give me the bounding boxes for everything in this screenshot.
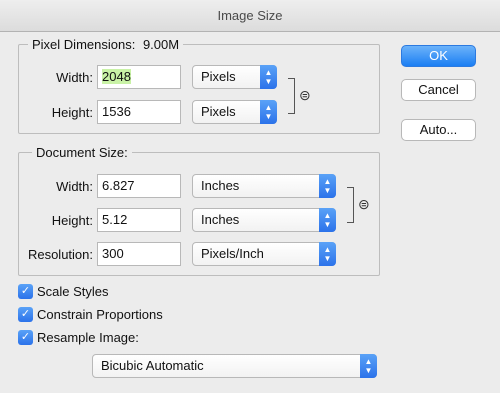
updown-arrows-icon: ▲ ▼ — [260, 100, 277, 124]
document-size-legend: Document Size: — [32, 145, 132, 160]
updown-arrows-icon: ▲ ▼ — [260, 65, 277, 89]
pixel-height-unit-label: Pixels — [201, 104, 236, 119]
pixel-height-label: Height: — [51, 105, 93, 120]
doc-width-label: Width: — [56, 179, 93, 194]
cancel-button[interactable]: Cancel — [401, 79, 476, 101]
chain-link-icon: ⊜ — [358, 196, 370, 212]
resample-image-checkbox[interactable]: ✓ — [18, 330, 33, 345]
document-link-bracket — [347, 187, 354, 223]
pixel-dimensions-size: 9.00M — [142, 37, 180, 52]
window-title: Image Size — [0, 0, 500, 32]
updown-arrows-icon: ▲ ▼ — [319, 208, 336, 232]
pixel-width-input[interactable]: 2048 — [97, 65, 181, 89]
resample-method-label: Bicubic Automatic — [101, 358, 204, 373]
doc-height-unit-label: Inches — [201, 212, 240, 227]
doc-width-unit-select[interactable]: Inches ▲ ▼ — [192, 174, 336, 198]
updown-arrows-icon: ▲ ▼ — [360, 354, 377, 378]
doc-height-label: Height: — [51, 213, 93, 228]
scale-styles-label: Scale Styles — [37, 284, 109, 299]
pixel-height-input[interactable]: 1536 — [97, 100, 181, 124]
constrain-proportions-checkbox[interactable]: ✓ — [18, 307, 33, 322]
auto-button[interactable]: Auto... — [401, 119, 476, 141]
pixel-width-unit-label: Pixels — [201, 69, 236, 84]
resolution-label: Resolution: — [27, 247, 93, 262]
resolution-unit-select[interactable]: Pixels/Inch ▲ ▼ — [192, 242, 336, 266]
pixel-height-unit-select[interactable]: Pixels ▲ ▼ — [192, 100, 277, 124]
pixel-width-label: Width: — [56, 70, 93, 85]
resolution-unit-label: Pixels/Inch — [201, 246, 264, 261]
resample-image-label: Resample Image: — [37, 330, 139, 345]
resolution-input[interactable]: 300 — [97, 242, 181, 266]
doc-width-input[interactable]: 6.827 — [97, 174, 181, 198]
constrain-proportions-label: Constrain Proportions — [37, 307, 163, 322]
pixel-width-value: 2048 — [102, 69, 131, 84]
updown-arrows-icon: ▲ ▼ — [319, 174, 336, 198]
doc-width-unit-label: Inches — [201, 178, 240, 193]
pixel-dimensions-legend: Pixel Dimensions: 9.00M — [28, 37, 184, 52]
pixel-dimensions-label: Pixel Dimensions: — [32, 37, 136, 52]
image-size-dialog: Pixel Dimensions: 9.00M Width: 2048 Pixe… — [0, 32, 500, 393]
pixel-width-unit-select[interactable]: Pixels ▲ ▼ — [192, 65, 277, 89]
chain-link-icon: ⊜ — [299, 87, 311, 103]
updown-arrows-icon: ▲ ▼ — [319, 242, 336, 266]
doc-height-input[interactable]: 5.12 — [97, 208, 181, 232]
resample-method-select[interactable]: Bicubic Automatic ▲ ▼ — [92, 354, 377, 378]
scale-styles-checkbox[interactable]: ✓ — [18, 284, 33, 299]
doc-height-unit-select[interactable]: Inches ▲ ▼ — [192, 208, 336, 232]
ok-button[interactable]: OK — [401, 45, 476, 67]
pixel-link-bracket — [288, 78, 295, 114]
